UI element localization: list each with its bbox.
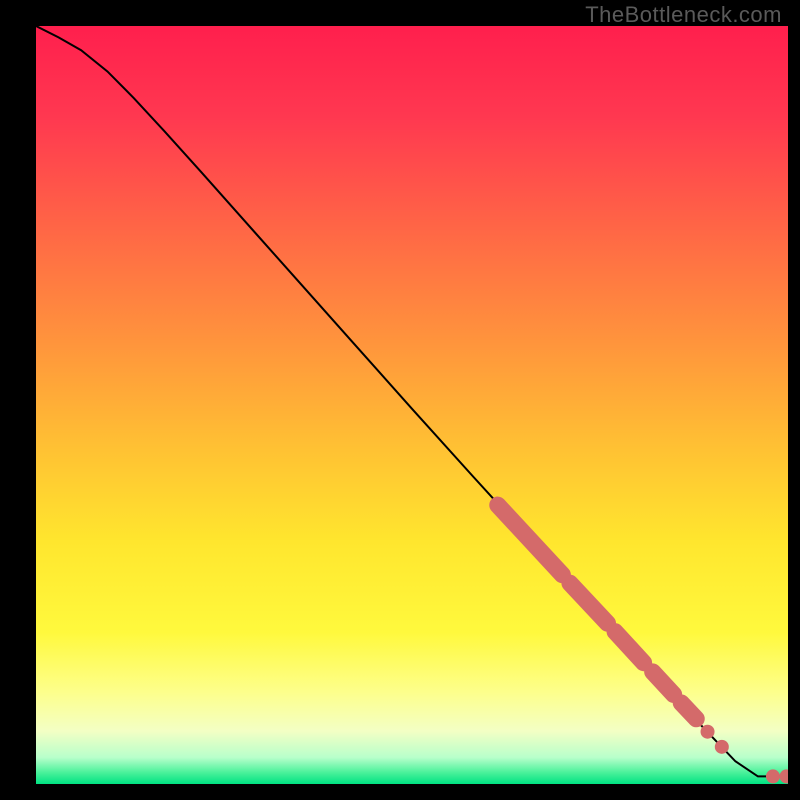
dot-point: [780, 769, 794, 783]
dot-point: [701, 725, 715, 739]
watermark-text: TheBottleneck.com: [585, 2, 782, 28]
dot-segment: [681, 703, 696, 719]
dot-point: [715, 740, 729, 754]
chart-svg: [0, 0, 800, 800]
dot-point: [766, 769, 780, 783]
gradient-background: [36, 26, 788, 784]
chart-body: [36, 26, 794, 784]
chart-stage: TheBottleneck.com: [0, 0, 800, 800]
